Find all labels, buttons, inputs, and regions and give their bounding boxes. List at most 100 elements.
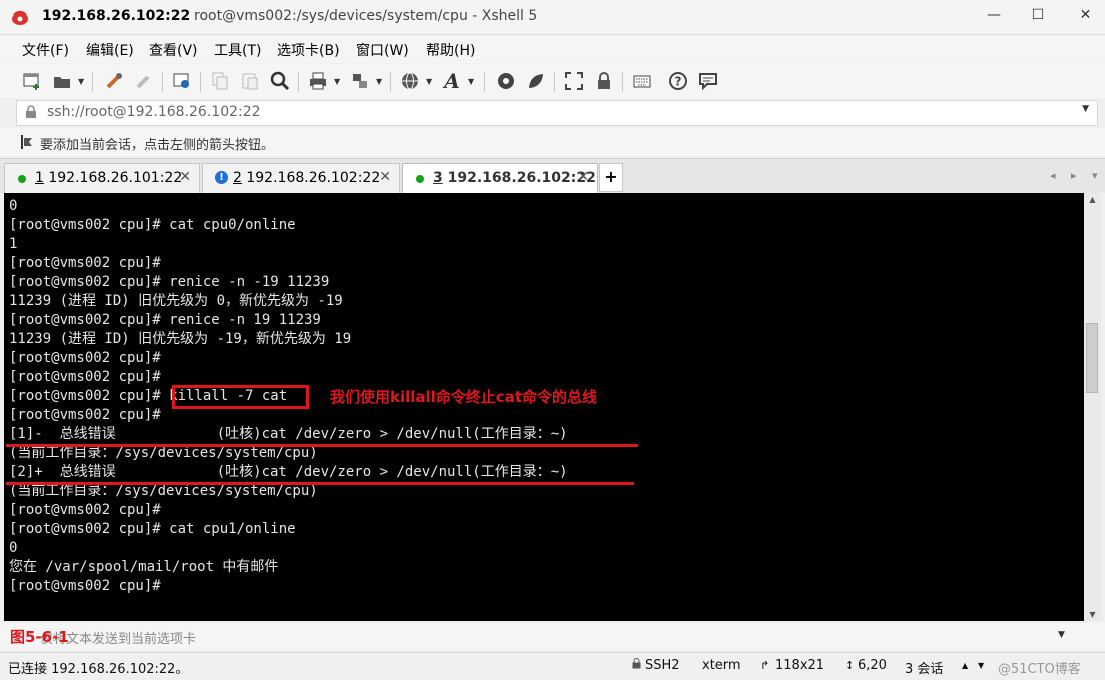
highlight-box xyxy=(172,385,309,409)
menu-edit[interactable]: 编辑(E) xyxy=(86,40,134,60)
terminal-line: 1 xyxy=(9,236,18,252)
terminal-line: [1]- 总线错误 (吐核)cat /dev/zero > /dev/null(… xyxy=(9,426,568,442)
scroll-thumb[interactable] xyxy=(1086,323,1098,393)
fullscreen-icon[interactable] xyxy=(562,69,586,93)
close-icon[interactable]: ✕ xyxy=(379,169,391,185)
hint-text: 要添加当前会话，点击左侧的箭头按钮。 xyxy=(40,138,275,153)
tab-session-2[interactable]: ! 2 192.168.26.102:22 ✕ xyxy=(202,163,400,193)
xftp-icon[interactable] xyxy=(494,69,518,93)
highlight-underline xyxy=(6,482,634,485)
open-folder-icon[interactable] xyxy=(50,69,74,93)
terminal-type-status: xterm xyxy=(702,658,741,673)
tab-session-3[interactable]: 3 192.168.26.102:22 ✕ xyxy=(402,163,598,193)
globe-dropdown-icon[interactable]: ▼ xyxy=(426,77,432,86)
toolbar-separator xyxy=(162,72,163,92)
connected-status-icon xyxy=(18,175,26,183)
menu-tabs[interactable]: 选项卡(B) xyxy=(277,40,340,60)
print-dropdown-icon[interactable]: ▼ xyxy=(334,77,340,86)
copy-icon[interactable] xyxy=(208,69,232,93)
menu-file[interactable]: 文件(F) xyxy=(22,40,69,60)
terminal-line: 11239 (进程 ID) 旧优先级为 -19，新优先级为 19 xyxy=(9,331,352,347)
menu-view[interactable]: 查看(V) xyxy=(149,40,198,60)
toolbar-separator xyxy=(484,72,485,92)
keyboard-icon[interactable] xyxy=(630,69,654,93)
properties-icon[interactable] xyxy=(170,69,194,93)
tab-session-1[interactable]: 1 192.168.26.101:22 ✕ xyxy=(4,163,200,193)
menu-tools[interactable]: 工具(T) xyxy=(214,40,261,60)
chat-icon[interactable] xyxy=(696,69,720,93)
globe-icon[interactable] xyxy=(398,69,422,93)
figure-label: 图5-6-1 xyxy=(10,628,69,646)
watermark: @51CTO博客 xyxy=(998,662,1081,677)
font-dropdown-icon[interactable]: ▼ xyxy=(468,77,474,86)
maximize-button[interactable]: ☐ xyxy=(1020,2,1056,28)
vertical-scrollbar[interactable]: ▲ ▼ xyxy=(1084,193,1101,621)
terminal-line: 0 xyxy=(9,198,18,214)
add-tab-button[interactable]: + xyxy=(599,163,623,192)
close-icon[interactable]: ✕ xyxy=(179,169,191,185)
transfer-dropdown-icon[interactable]: ▼ xyxy=(376,77,382,86)
terminal[interactable]: 0 [root@vms002 cpu]# cat cpu0/online 1 [… xyxy=(4,193,1084,621)
new-session-icon[interactable] xyxy=(20,69,44,93)
xmanager-icon[interactable] xyxy=(524,69,548,93)
chevron-up-icon[interactable]: ▲ xyxy=(962,661,968,670)
svg-text:?: ? xyxy=(675,75,682,89)
scroll-up-icon[interactable]: ▲ xyxy=(1084,195,1101,204)
open-dropdown-icon[interactable]: ▼ xyxy=(78,77,84,86)
chevron-down-icon[interactable]: ▼ xyxy=(978,661,984,670)
terminal-line: [root@vms002 cpu]# xyxy=(9,407,161,423)
toolbar-separator xyxy=(390,72,391,92)
tab-label: 3 192.168.26.102:22 xyxy=(433,170,596,186)
lock-icon xyxy=(26,105,36,118)
resize-icon: ↱ xyxy=(760,659,770,672)
highlight-underline xyxy=(6,444,638,447)
toolbar-separator xyxy=(298,72,299,92)
terminal-line: [root@vms002 cpu]# xyxy=(9,350,161,366)
chevron-down-icon[interactable]: ▼ xyxy=(1082,104,1089,114)
connected-status-icon xyxy=(416,175,424,183)
terminal-line: [root@vms002 cpu]# renice -n -19 11239 xyxy=(9,274,330,290)
tab-label: 1 192.168.26.101:22 xyxy=(35,170,183,186)
reconnect-icon[interactable] xyxy=(102,69,126,93)
close-icon[interactable]: ✕ xyxy=(577,169,589,185)
help-icon[interactable]: ? xyxy=(666,69,690,93)
cursor-position-status: 6,20 xyxy=(858,658,887,673)
terminal-line: [root@vms002 cpu]# cat cpu1/online xyxy=(9,521,296,537)
arrow-bookmark-icon[interactable] xyxy=(20,134,34,150)
terminal-line: 11239 (进程 ID) 旧优先级为 0，新优先级为 -19 xyxy=(9,293,343,309)
connection-status: 已连接 192.168.26.102:22。 xyxy=(8,662,189,677)
compose-bar[interactable]: 仅将文本发送到当前选项卡 图5-6-1 ▼ xyxy=(0,623,1105,649)
menu-window[interactable]: 窗口(W) xyxy=(356,40,409,60)
address-bar[interactable]: ssh://root@192.168.26.102:22 ▼ xyxy=(16,100,1098,126)
paste-icon[interactable] xyxy=(238,69,262,93)
tab-nav-arrows[interactable]: ◂ ▸ ▾ xyxy=(1050,169,1104,182)
close-button[interactable]: ✕ xyxy=(1066,0,1105,30)
disconnect-icon[interactable] xyxy=(132,69,156,93)
terminal-line: [root@vms002 cpu]# xyxy=(9,255,161,271)
terminal-line: 0 xyxy=(9,540,18,556)
address-input[interactable]: ssh://root@192.168.26.102:22 xyxy=(47,104,261,120)
menu-bar: 文件(F) 编辑(E) 查看(V) 工具(T) 选项卡(B) 窗口(W) 帮助(… xyxy=(0,35,1105,63)
terminal-size-status: 118x21 xyxy=(775,658,825,673)
chevron-down-icon[interactable]: ▼ xyxy=(1058,630,1065,640)
toolbar-separator xyxy=(92,72,93,92)
terminal-line: [root@vms002 cpu]# xyxy=(9,578,161,594)
find-icon[interactable] xyxy=(268,69,292,93)
print-icon[interactable] xyxy=(306,69,330,93)
annotation-text: 我们使用killall命令终止cat命令的总线 xyxy=(330,388,597,406)
menu-help[interactable]: 帮助(H) xyxy=(426,40,475,60)
lock-icon[interactable] xyxy=(592,69,616,93)
window-title-rest: root@vms002:/sys/devices/system/cpu - Xs… xyxy=(194,8,538,24)
terminal-line: [root@vms002 cpu]# xyxy=(9,502,161,518)
protocol-status: SSH2 xyxy=(645,658,680,673)
terminal-line: [2]+ 总线错误 (吐核)cat /dev/zero > /dev/null(… xyxy=(9,464,568,480)
terminal-line: [root@vms002 cpu]# xyxy=(9,369,161,385)
transfer-icon[interactable] xyxy=(348,69,372,93)
minimize-button[interactable]: — xyxy=(976,2,1012,28)
font-icon[interactable]: A xyxy=(440,69,464,93)
xshell-logo-icon xyxy=(12,10,28,25)
terminal-line: [root@vms002 cpu]# cat cpu0/online xyxy=(9,217,296,233)
title-bar: 192.168.26.102:22 root@vms002:/sys/devic… xyxy=(0,0,1105,35)
terminal-line: 您在 /var/spool/mail/root 中有邮件 xyxy=(9,559,279,575)
scroll-down-icon[interactable]: ▼ xyxy=(1084,610,1101,619)
